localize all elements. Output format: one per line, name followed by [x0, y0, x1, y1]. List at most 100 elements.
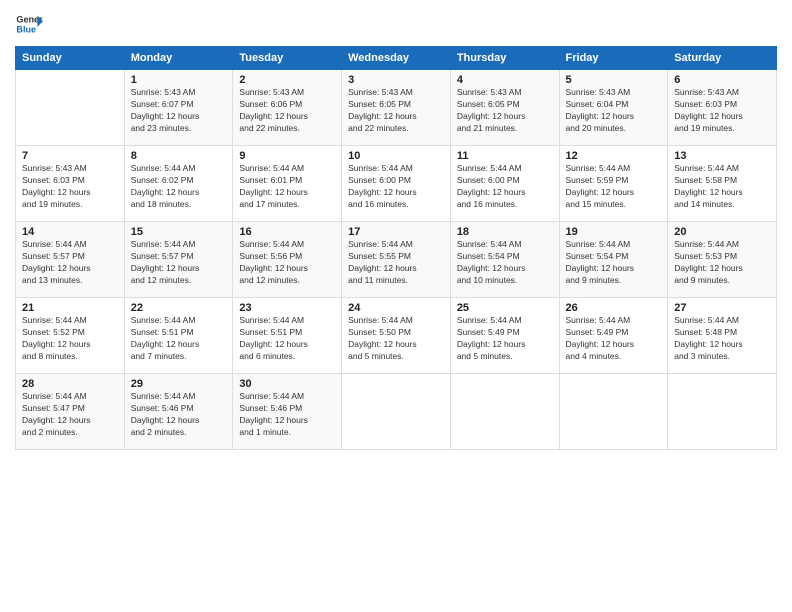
week-row-3: 14Sunrise: 5:44 AM Sunset: 5:57 PM Dayli…	[16, 222, 777, 298]
day-number: 11	[457, 150, 553, 162]
calendar-cell: 17Sunrise: 5:44 AM Sunset: 5:55 PM Dayli…	[342, 222, 451, 298]
calendar-cell: 20Sunrise: 5:44 AM Sunset: 5:53 PM Dayli…	[668, 222, 777, 298]
day-number: 20	[674, 226, 770, 238]
day-number: 18	[457, 226, 553, 238]
day-number: 26	[566, 302, 662, 314]
day-number: 6	[674, 74, 770, 86]
week-row-1: 1Sunrise: 5:43 AM Sunset: 6:07 PM Daylig…	[16, 70, 777, 146]
calendar-cell: 4Sunrise: 5:43 AM Sunset: 6:05 PM Daylig…	[450, 70, 559, 146]
day-info: Sunrise: 5:44 AM Sunset: 5:46 PM Dayligh…	[239, 391, 335, 439]
calendar-cell: 27Sunrise: 5:44 AM Sunset: 5:48 PM Dayli…	[668, 298, 777, 374]
day-number: 1	[131, 74, 227, 86]
day-info: Sunrise: 5:44 AM Sunset: 5:52 PM Dayligh…	[22, 315, 118, 363]
day-number: 7	[22, 150, 118, 162]
day-info: Sunrise: 5:43 AM Sunset: 6:07 PM Dayligh…	[131, 87, 227, 135]
day-info: Sunrise: 5:44 AM Sunset: 5:59 PM Dayligh…	[566, 163, 662, 211]
day-number: 28	[22, 378, 118, 390]
calendar-cell: 14Sunrise: 5:44 AM Sunset: 5:57 PM Dayli…	[16, 222, 125, 298]
calendar-cell	[559, 374, 668, 450]
day-info: Sunrise: 5:44 AM Sunset: 5:49 PM Dayligh…	[457, 315, 553, 363]
day-number: 12	[566, 150, 662, 162]
day-header-thursday: Thursday	[450, 47, 559, 70]
calendar-cell: 7Sunrise: 5:43 AM Sunset: 6:03 PM Daylig…	[16, 146, 125, 222]
day-number: 23	[239, 302, 335, 314]
day-number: 14	[22, 226, 118, 238]
day-info: Sunrise: 5:43 AM Sunset: 6:05 PM Dayligh…	[348, 87, 444, 135]
day-info: Sunrise: 5:44 AM Sunset: 5:54 PM Dayligh…	[566, 239, 662, 287]
calendar-cell: 26Sunrise: 5:44 AM Sunset: 5:49 PM Dayli…	[559, 298, 668, 374]
day-number: 8	[131, 150, 227, 162]
day-number: 10	[348, 150, 444, 162]
day-info: Sunrise: 5:44 AM Sunset: 5:46 PM Dayligh…	[131, 391, 227, 439]
week-row-4: 21Sunrise: 5:44 AM Sunset: 5:52 PM Dayli…	[16, 298, 777, 374]
day-info: Sunrise: 5:44 AM Sunset: 5:49 PM Dayligh…	[566, 315, 662, 363]
day-number: 3	[348, 74, 444, 86]
day-info: Sunrise: 5:44 AM Sunset: 5:51 PM Dayligh…	[131, 315, 227, 363]
day-info: Sunrise: 5:44 AM Sunset: 6:00 PM Dayligh…	[457, 163, 553, 211]
day-info: Sunrise: 5:44 AM Sunset: 5:55 PM Dayligh…	[348, 239, 444, 287]
day-number: 27	[674, 302, 770, 314]
calendar-cell: 3Sunrise: 5:43 AM Sunset: 6:05 PM Daylig…	[342, 70, 451, 146]
week-row-2: 7Sunrise: 5:43 AM Sunset: 6:03 PM Daylig…	[16, 146, 777, 222]
day-number: 22	[131, 302, 227, 314]
day-number: 5	[566, 74, 662, 86]
day-number: 16	[239, 226, 335, 238]
calendar-cell: 8Sunrise: 5:44 AM Sunset: 6:02 PM Daylig…	[124, 146, 233, 222]
calendar-cell: 30Sunrise: 5:44 AM Sunset: 5:46 PM Dayli…	[233, 374, 342, 450]
calendar-cell: 24Sunrise: 5:44 AM Sunset: 5:50 PM Dayli…	[342, 298, 451, 374]
day-number: 17	[348, 226, 444, 238]
day-info: Sunrise: 5:43 AM Sunset: 6:06 PM Dayligh…	[239, 87, 335, 135]
day-header-friday: Friday	[559, 47, 668, 70]
day-number: 2	[239, 74, 335, 86]
calendar-cell	[450, 374, 559, 450]
day-info: Sunrise: 5:44 AM Sunset: 5:47 PM Dayligh…	[22, 391, 118, 439]
day-info: Sunrise: 5:44 AM Sunset: 5:58 PM Dayligh…	[674, 163, 770, 211]
calendar-cell: 12Sunrise: 5:44 AM Sunset: 5:59 PM Dayli…	[559, 146, 668, 222]
day-number: 4	[457, 74, 553, 86]
day-info: Sunrise: 5:44 AM Sunset: 6:02 PM Dayligh…	[131, 163, 227, 211]
calendar-cell: 5Sunrise: 5:43 AM Sunset: 6:04 PM Daylig…	[559, 70, 668, 146]
day-info: Sunrise: 5:44 AM Sunset: 6:00 PM Dayligh…	[348, 163, 444, 211]
calendar-cell: 23Sunrise: 5:44 AM Sunset: 5:51 PM Dayli…	[233, 298, 342, 374]
calendar-cell: 21Sunrise: 5:44 AM Sunset: 5:52 PM Dayli…	[16, 298, 125, 374]
day-info: Sunrise: 5:43 AM Sunset: 6:03 PM Dayligh…	[22, 163, 118, 211]
calendar-cell: 2Sunrise: 5:43 AM Sunset: 6:06 PM Daylig…	[233, 70, 342, 146]
calendar-cell: 9Sunrise: 5:44 AM Sunset: 6:01 PM Daylig…	[233, 146, 342, 222]
day-number: 25	[457, 302, 553, 314]
day-number: 13	[674, 150, 770, 162]
calendar-cell: 13Sunrise: 5:44 AM Sunset: 5:58 PM Dayli…	[668, 146, 777, 222]
calendar-header: SundayMondayTuesdayWednesdayThursdayFrid…	[16, 47, 777, 70]
svg-text:Blue: Blue	[16, 24, 36, 34]
day-number: 21	[22, 302, 118, 314]
logo: General Blue	[15, 10, 43, 38]
day-number: 29	[131, 378, 227, 390]
day-header-monday: Monday	[124, 47, 233, 70]
calendar-cell	[668, 374, 777, 450]
day-info: Sunrise: 5:44 AM Sunset: 5:54 PM Dayligh…	[457, 239, 553, 287]
day-info: Sunrise: 5:44 AM Sunset: 5:50 PM Dayligh…	[348, 315, 444, 363]
day-number: 15	[131, 226, 227, 238]
day-info: Sunrise: 5:43 AM Sunset: 6:04 PM Dayligh…	[566, 87, 662, 135]
calendar-cell: 25Sunrise: 5:44 AM Sunset: 5:49 PM Dayli…	[450, 298, 559, 374]
day-number: 19	[566, 226, 662, 238]
calendar-body: 1Sunrise: 5:43 AM Sunset: 6:07 PM Daylig…	[16, 70, 777, 450]
day-info: Sunrise: 5:44 AM Sunset: 5:57 PM Dayligh…	[22, 239, 118, 287]
day-number: 9	[239, 150, 335, 162]
calendar-cell: 19Sunrise: 5:44 AM Sunset: 5:54 PM Dayli…	[559, 222, 668, 298]
week-row-5: 28Sunrise: 5:44 AM Sunset: 5:47 PM Dayli…	[16, 374, 777, 450]
day-header-tuesday: Tuesday	[233, 47, 342, 70]
calendar-cell: 1Sunrise: 5:43 AM Sunset: 6:07 PM Daylig…	[124, 70, 233, 146]
calendar-cell	[16, 70, 125, 146]
day-info: Sunrise: 5:44 AM Sunset: 5:48 PM Dayligh…	[674, 315, 770, 363]
calendar-cell: 6Sunrise: 5:43 AM Sunset: 6:03 PM Daylig…	[668, 70, 777, 146]
calendar-cell: 16Sunrise: 5:44 AM Sunset: 5:56 PM Dayli…	[233, 222, 342, 298]
calendar-cell: 22Sunrise: 5:44 AM Sunset: 5:51 PM Dayli…	[124, 298, 233, 374]
calendar-cell	[342, 374, 451, 450]
calendar-cell: 28Sunrise: 5:44 AM Sunset: 5:47 PM Dayli…	[16, 374, 125, 450]
day-info: Sunrise: 5:44 AM Sunset: 6:01 PM Dayligh…	[239, 163, 335, 211]
calendar-cell: 29Sunrise: 5:44 AM Sunset: 5:46 PM Dayli…	[124, 374, 233, 450]
day-info: Sunrise: 5:43 AM Sunset: 6:03 PM Dayligh…	[674, 87, 770, 135]
day-info: Sunrise: 5:44 AM Sunset: 5:56 PM Dayligh…	[239, 239, 335, 287]
day-info: Sunrise: 5:43 AM Sunset: 6:05 PM Dayligh…	[457, 87, 553, 135]
day-info: Sunrise: 5:44 AM Sunset: 5:57 PM Dayligh…	[131, 239, 227, 287]
